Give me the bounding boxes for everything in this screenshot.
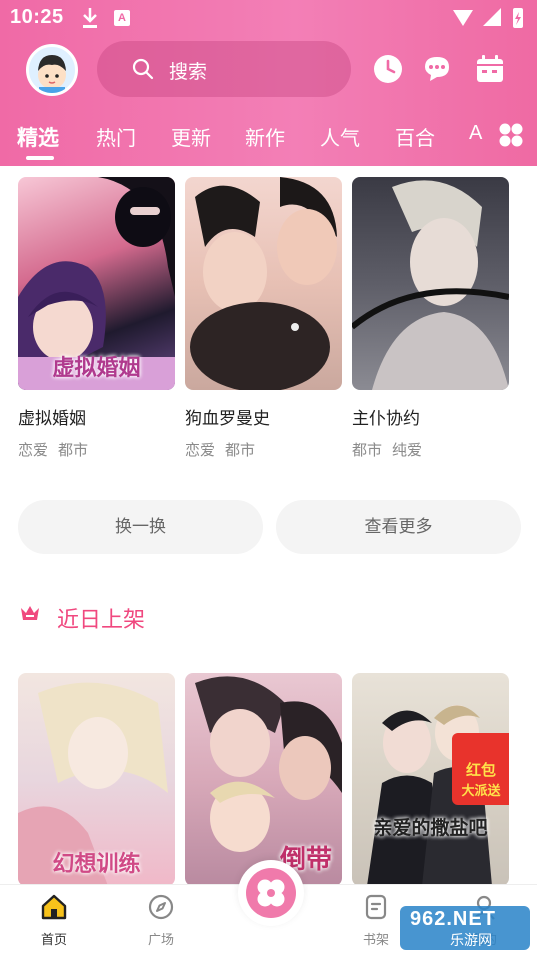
card-title[interactable]: 主仆协约 xyxy=(352,404,420,429)
cover-art xyxy=(190,177,337,390)
badge-line-1: 红包 xyxy=(465,762,496,779)
chat-icon[interactable] xyxy=(422,54,452,84)
search-placeholder: 搜索 xyxy=(169,62,208,83)
bookshelf-icon xyxy=(365,894,387,920)
home-icon xyxy=(41,894,67,920)
tag: 恋爱 xyxy=(18,442,49,459)
cover-title-art: 幻想训练 xyxy=(52,851,141,876)
signal-battery-icon xyxy=(453,8,523,28)
search-bar[interactable]: 搜索 xyxy=(97,41,351,97)
status-time: 10:25 xyxy=(10,6,64,28)
view-more-button[interactable]: 查看更多 xyxy=(276,500,521,554)
tab-popular[interactable]: 人气 xyxy=(320,122,360,151)
red-packet-badge[interactable]: 红包 大派送 xyxy=(452,733,509,805)
cover-title-art: 亲爱的撒盐吧 xyxy=(373,818,488,839)
tab-updates[interactable]: 更新 xyxy=(171,122,211,151)
cover-art xyxy=(352,180,509,390)
nav-plaza[interactable]: 广场 xyxy=(131,893,191,948)
tab-featured[interactable]: 精选 xyxy=(17,122,59,152)
nav-home[interactable]: 首页 xyxy=(24,893,84,948)
category-tabs: 精选 热门 更新 新作 人气 百合 A xyxy=(0,116,537,160)
card-tags: 恋爱 都市 xyxy=(185,439,265,460)
download-icon xyxy=(83,8,97,28)
tab-yuri[interactable]: 百合 xyxy=(395,122,435,151)
tag: 都市 xyxy=(352,442,383,459)
notification-badge-icon: A xyxy=(114,10,130,26)
tag: 纯爱 xyxy=(392,442,423,459)
comic-cover[interactable]: 虚拟婚姻 xyxy=(18,177,175,390)
active-tab-indicator xyxy=(26,156,54,160)
crown-icon xyxy=(21,606,39,620)
clock-icon[interactable] xyxy=(373,54,403,84)
status-bar: 10:25 A xyxy=(0,0,537,36)
nav-label: 书架 xyxy=(362,932,389,947)
nav-bookshelf[interactable]: 书架 xyxy=(346,893,406,948)
comic-cover[interactable] xyxy=(352,177,509,390)
center-action-button[interactable] xyxy=(238,860,304,926)
new-arrival-cover-1[interactable]: 幻想训练 xyxy=(18,673,175,886)
calendar-icon[interactable] xyxy=(475,54,505,84)
cover-title-art: 虚拟婚姻 xyxy=(52,355,141,380)
badge-line-2: 大派送 xyxy=(461,783,501,798)
new-arrival-cover-2[interactable]: 倒带 xyxy=(185,673,342,886)
clover-icon xyxy=(257,879,285,907)
tab-new[interactable]: 新作 xyxy=(245,122,285,151)
center-button-fill xyxy=(246,868,296,918)
section-title: 近日上架 xyxy=(57,607,146,632)
nav-label: 广场 xyxy=(147,932,174,947)
tag: 都市 xyxy=(225,442,256,459)
category-grid-icon[interactable] xyxy=(498,122,524,148)
compass-icon xyxy=(148,894,174,920)
nav-label: 首页 xyxy=(40,932,67,947)
card-tags: 都市 纯爱 xyxy=(352,439,432,460)
card-title[interactable]: 狗血罗曼史 xyxy=(185,404,270,429)
new-arrival-cover-3[interactable]: 红包 大派送 亲爱的撒盐吧 xyxy=(352,673,509,886)
card-title[interactable]: 虚拟婚姻 xyxy=(18,404,86,429)
user-avatar[interactable] xyxy=(26,44,78,96)
avatar-icon xyxy=(38,55,66,93)
comic-cover[interactable] xyxy=(185,177,342,390)
site-watermark: 962.NET 乐游网 xyxy=(400,906,530,950)
tab-hot[interactable]: 热门 xyxy=(96,122,136,151)
watermark-bottom: 乐游网 xyxy=(450,932,492,948)
tag: 都市 xyxy=(58,442,89,459)
search-icon xyxy=(132,58,154,80)
tab-more-partial[interactable]: A xyxy=(469,122,482,145)
refresh-button[interactable]: 换一换 xyxy=(18,500,263,554)
card-tags: 恋爱 都市 xyxy=(18,439,98,460)
top-header: 10:25 A 搜索 精选 热门 更新 新作 人气 百合 A xyxy=(0,0,537,166)
tag: 恋爱 xyxy=(185,442,216,459)
watermark-top: 962.NET xyxy=(410,908,496,930)
